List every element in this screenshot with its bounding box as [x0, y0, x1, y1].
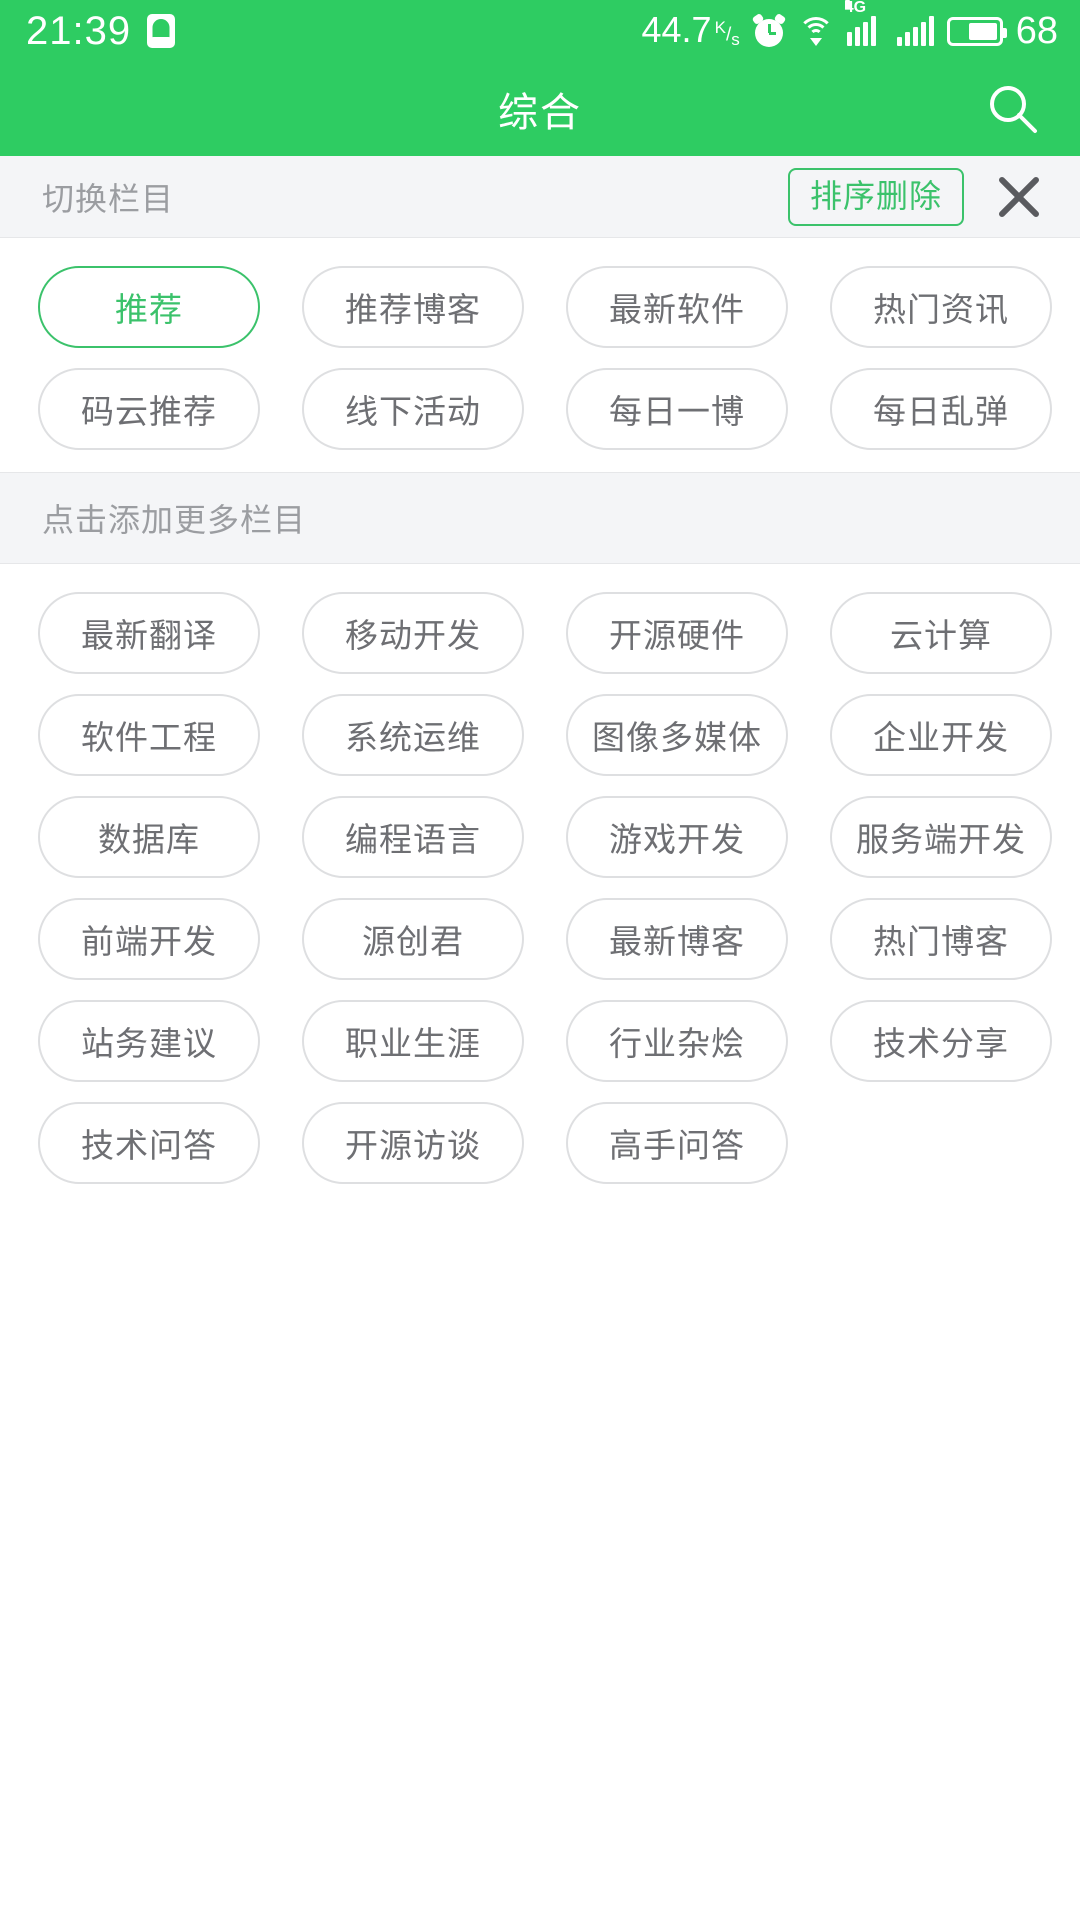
more-channel-chip-系统运维[interactable]: 系统运维	[302, 694, 524, 776]
more-channel-chip-服务端开发[interactable]: 服务端开发	[830, 796, 1052, 878]
my-channels-panel: 推荐 推荐博客 最新软件 热门资讯码云推荐 线下活动 每日一博 每日乱弹	[0, 238, 1080, 472]
more-channel-chip-技术问答[interactable]: 技术问答	[38, 1102, 260, 1184]
switch-columns-actions: 排序删除	[787, 167, 1048, 226]
channel-chip-每日一博[interactable]: 每日一博	[566, 368, 788, 450]
status-bar-left: 21:39	[26, 9, 176, 53]
signal-bars-icon-sim2	[896, 16, 934, 46]
alarm-clock-icon	[751, 12, 787, 47]
search-icon[interactable]	[982, 78, 1044, 140]
more-channel-chip-最新博客[interactable]: 最新博客	[566, 898, 788, 980]
more-channel-chip-企业开发[interactable]: 企业开发	[830, 694, 1052, 776]
more-channel-chip-最新翻译[interactable]: 最新翻译	[38, 592, 260, 674]
channel-chip-推荐[interactable]: 推荐	[38, 266, 260, 348]
my-channels-grid: 推荐 推荐博客 最新软件 热门资讯码云推荐 线下活动 每日一博 每日乱弹	[0, 266, 1080, 450]
more-channels-panel: 最新翻译 移动开发 开源硬件 云计算软件工程 系统运维 图像多媒体 企业开发数据库 编程语言游…	[0, 564, 1080, 1206]
battery-percent: 68	[1015, 10, 1058, 52]
switch-columns-title: 切换栏目	[42, 180, 175, 217]
close-icon[interactable]	[990, 168, 1048, 226]
status-bar-right: 44.7 K/s 4G 68	[642, 0, 1058, 52]
more-channel-chip-热门博客[interactable]: 热门博客	[830, 898, 1052, 980]
more-channels-title: 点击添加更多栏目	[42, 502, 307, 538]
more-channel-chip-开源访谈[interactable]: 开源访谈	[302, 1102, 524, 1184]
qq-notification-icon	[147, 14, 176, 48]
more-channel-chip-职业生涯[interactable]: 职业生涯	[302, 1000, 524, 1082]
channel-chip-推荐博客[interactable]: 推荐博客	[302, 266, 524, 348]
more-channel-chip-技术分享[interactable]: 技术分享	[830, 1000, 1052, 1082]
network-speed-unit: K/s	[714, 17, 740, 49]
channel-chip-最新软件[interactable]: 最新软件	[566, 266, 788, 348]
more-channel-chip-编程语言[interactable]: 编程语言	[302, 796, 524, 878]
switch-columns-bar: 切换栏目 排序删除	[0, 156, 1080, 238]
more-channel-chip-源创君[interactable]: 源创君	[302, 898, 524, 980]
channel-chip-码云推荐[interactable]: 码云推荐	[38, 368, 260, 450]
sort-delete-button[interactable]: 排序删除	[787, 167, 964, 226]
more-channel-chip-行业杂烩[interactable]: 行业杂烩	[566, 1000, 788, 1082]
network-speed-value: 44.7	[641, 9, 712, 51]
page-title: 综合	[498, 91, 582, 135]
network-speed: 44.7 K/s	[642, 12, 740, 50]
more-channel-chip-前端开发[interactable]: 前端开发	[38, 898, 260, 980]
battery-icon	[946, 16, 1007, 46]
more-channel-chip-数据库[interactable]: 数据库	[38, 796, 260, 878]
more-channel-chip-游戏开发[interactable]: 游戏开发	[566, 796, 788, 878]
more-channel-chip-高手问答[interactable]: 高手问答	[566, 1102, 788, 1184]
signal-bars-icon-sim1: 4G	[844, 0, 884, 46]
wifi-icon	[797, 17, 834, 46]
more-channels-grid: 最新翻译 移动开发 开源硬件 云计算软件工程 系统运维 图像多媒体 企业开发数据库 编程语言游…	[0, 592, 1080, 1184]
more-channel-chip-站务建议[interactable]: 站务建议	[38, 1000, 260, 1082]
network-type-label: 4G	[844, 0, 867, 16]
more-channel-chip-软件工程[interactable]: 软件工程	[38, 694, 260, 776]
empty-area	[0, 1206, 1080, 1920]
more-channel-chip-开源硬件[interactable]: 开源硬件	[566, 592, 788, 674]
more-channel-chip-云计算[interactable]: 云计算	[830, 592, 1052, 674]
channel-chip-每日乱弹[interactable]: 每日乱弹	[830, 368, 1052, 450]
more-channel-chip-移动开发[interactable]: 移动开发	[302, 592, 524, 674]
more-channel-chip-图像多媒体[interactable]: 图像多媒体	[566, 694, 788, 776]
phone-screen: 21:39 44.7 K/s 4G 68 综合 切换栏目 排序删除 推荐 推荐博…	[0, 0, 1080, 1920]
status-clock: 21:39	[26, 9, 132, 53]
app-bar: 综合	[0, 62, 1080, 156]
status-bar: 21:39 44.7 K/s 4G 68	[0, 0, 1080, 62]
channel-chip-热门资讯[interactable]: 热门资讯	[830, 266, 1052, 348]
channel-chip-线下活动[interactable]: 线下活动	[302, 368, 524, 450]
more-channels-header: 点击添加更多栏目	[0, 472, 1080, 564]
